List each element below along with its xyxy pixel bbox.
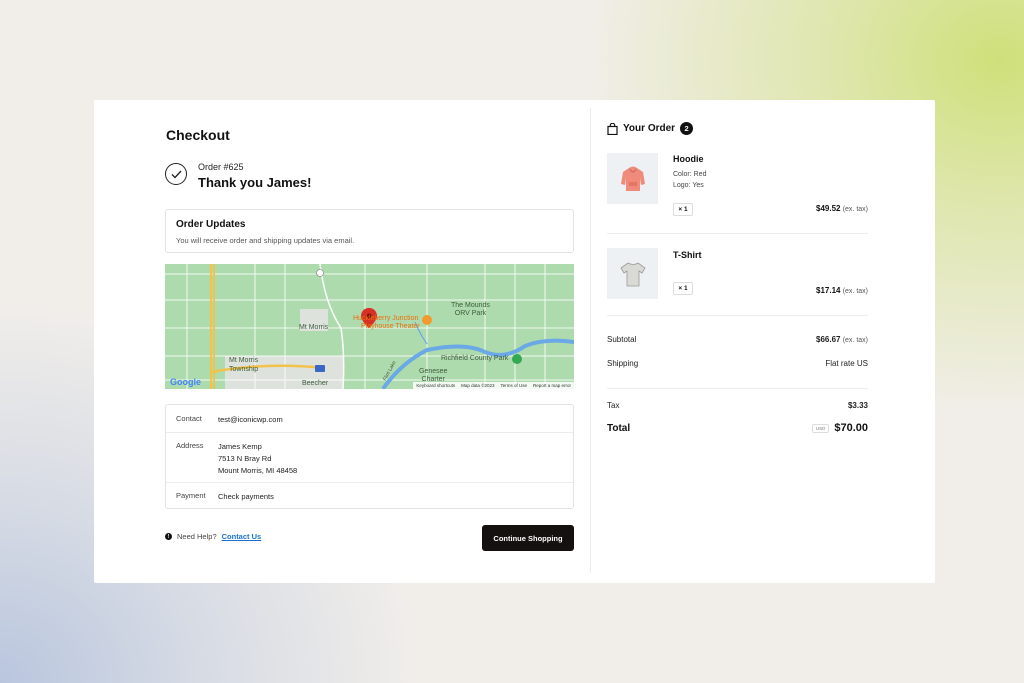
subtotal-value: $66.67 (ex. tax) <box>816 335 868 344</box>
total-value: USD $70.00 <box>811 422 868 434</box>
park-marker-icon[interactable] <box>512 354 522 364</box>
row-divider <box>166 482 573 483</box>
divider <box>607 388 868 389</box>
checkmark-icon <box>165 163 187 185</box>
need-help-text: Need Help? <box>177 532 217 541</box>
checkout-card: Checkout Order #625 Thank you James! Ord… <box>94 100 935 583</box>
keyboard-shortcuts-link[interactable]: Keyboard shortcuts <box>416 383 455 388</box>
row-divider <box>166 432 573 433</box>
quantity-badge: × 1 <box>673 282 693 295</box>
google-logo: Google <box>170 377 201 387</box>
total-label: Total <box>607 423 631 434</box>
contact-label: Contact <box>176 414 202 423</box>
shopping-bag-icon <box>607 122 618 135</box>
divider <box>607 315 868 316</box>
item-name: Hoodie <box>673 154 704 164</box>
map-label-beecher: Beecher <box>302 380 329 387</box>
tshirt-thumbnail[interactable] <box>607 248 658 299</box>
payment-value: Check payments <box>218 492 274 501</box>
need-help: ! Need Help? Contact Us <box>165 532 261 541</box>
payment-label: Payment <box>176 491 206 500</box>
item-count-badge: 2 <box>680 122 694 135</box>
order-number: Order #625 <box>198 162 244 172</box>
item-price: $17.14 (ex. tax) <box>816 286 868 295</box>
shipping-value: Flat rate US <box>825 359 868 368</box>
column-divider <box>590 108 591 573</box>
item-price: $49.52 (ex. tax) <box>816 204 868 213</box>
map-data-text: Map data ©2023 <box>461 383 495 388</box>
page-title: Checkout <box>166 127 230 143</box>
tax-label: Tax <box>607 401 620 410</box>
currency-badge: USD <box>811 423 830 433</box>
continue-shopping-button[interactable]: Continue Shopping <box>482 525 574 551</box>
tshirt-image <box>619 262 646 286</box>
hoodie-thumbnail[interactable] <box>607 153 658 204</box>
map-label-mounds: The Mounds ORV Park <box>451 302 490 317</box>
report-map-error-link[interactable]: Report a map error <box>533 383 571 388</box>
map-label-mt-morris: Mt Morris <box>299 324 329 331</box>
tax-value: $3.33 <box>847 401 868 410</box>
hoodie-image <box>620 166 645 191</box>
item-name: T-Shirt <box>673 250 702 260</box>
map-attribution: Keyboard shortcuts Map data ©2023 Terms … <box>413 382 574 389</box>
address-value: James Kemp 7513 N Bray Rd Mount Morris, … <box>218 442 298 475</box>
delivery-map[interactable]: Mt Morris Mt Morris Township Beecher Huc… <box>165 264 574 389</box>
order-details-box: Contact test@iconicwp.com Address James … <box>165 404 574 509</box>
order-updates-box: Order Updates You will receive order and… <box>165 209 574 253</box>
item-meta: Color: Red Logo: Yes <box>673 171 707 189</box>
info-icon: ! <box>165 533 172 540</box>
order-updates-heading: Order Updates <box>176 219 246 230</box>
divider <box>607 233 868 234</box>
map-label-mt-morris-township: Mt Morris Township <box>229 357 259 373</box>
shipping-label: Shipping <box>607 359 639 368</box>
map-label-theater: Huckleberry Junction Playhouse Theater <box>353 315 420 330</box>
your-order-header: Your Order 2 <box>607 122 694 135</box>
quantity-badge: × 1 <box>673 203 693 216</box>
your-order-title: Your Order <box>623 123 676 134</box>
map-label-richfield: Richfield County Park <box>441 355 509 362</box>
terms-link[interactable]: Terms of Use <box>500 383 527 388</box>
contact-us-link[interactable]: Contact Us <box>222 532 262 541</box>
contact-value: test@iconicwp.com <box>218 415 283 424</box>
address-label: Address <box>176 441 204 450</box>
thank-you-heading: Thank you James! <box>198 175 312 190</box>
subtotal-label: Subtotal <box>607 335 637 344</box>
restaurant-marker-icon[interactable] <box>422 315 432 325</box>
order-updates-text: You will receive order and shipping upda… <box>176 236 355 245</box>
